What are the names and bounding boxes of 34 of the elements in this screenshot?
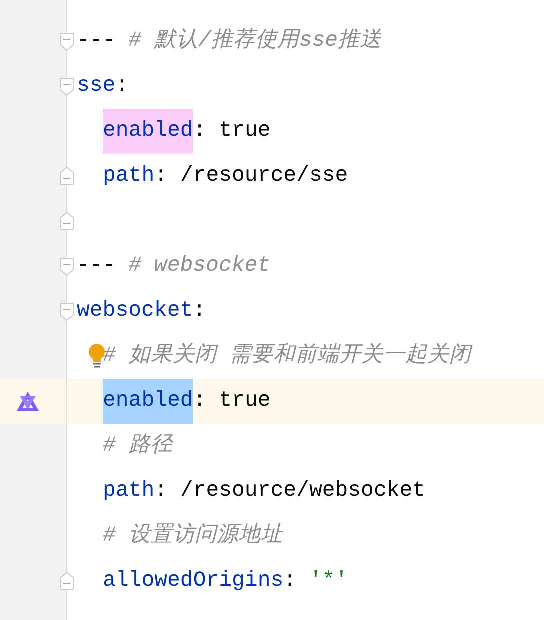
- yaml-value: /resource/sse: [180, 163, 348, 190]
- fold-icon[interactable]: [60, 33, 74, 51]
- document-separator: ---: [77, 28, 116, 55]
- code-comment: # websocket: [128, 253, 271, 280]
- colon: :: [284, 568, 297, 595]
- yaml-key: allowedOrigins: [103, 559, 284, 604]
- yaml-key: sse: [77, 64, 116, 109]
- colon: :: [116, 73, 129, 100]
- yaml-value: true: [219, 118, 271, 145]
- document-separator: ---: [77, 253, 116, 280]
- code-comment: # 设置访问源地址: [103, 522, 283, 550]
- colon: :: [154, 163, 168, 190]
- fold-icon[interactable]: [60, 78, 74, 96]
- yaml-key: websocket: [77, 289, 194, 334]
- yaml-key: path: [103, 154, 155, 199]
- code-comment: # 路径: [103, 432, 173, 460]
- colon: :: [193, 388, 206, 415]
- yaml-value: /resource/websocket: [180, 478, 426, 505]
- code-comment: # 默认/推荐使用sse推送: [128, 27, 382, 55]
- fold-end-icon[interactable]: [60, 167, 74, 185]
- yaml-value: true: [219, 388, 271, 415]
- fold-icon[interactable]: [60, 303, 74, 321]
- yaml-key: path: [103, 469, 155, 514]
- fold-end-icon[interactable]: [60, 572, 74, 590]
- colon: :: [154, 478, 168, 505]
- string-literal: '*': [309, 568, 348, 595]
- colon: :: [193, 298, 206, 325]
- code-comment: # 如果关闭 需要和前端开关一起关闭: [103, 342, 472, 370]
- highlighted-yaml-key: enabled: [103, 109, 194, 154]
- ai-assistant-icon[interactable]: [16, 390, 40, 412]
- colon: :: [193, 118, 206, 145]
- fold-icon[interactable]: [60, 258, 74, 276]
- highlighted-yaml-key: enabled: [103, 379, 194, 424]
- fold-end-icon[interactable]: [60, 212, 74, 230]
